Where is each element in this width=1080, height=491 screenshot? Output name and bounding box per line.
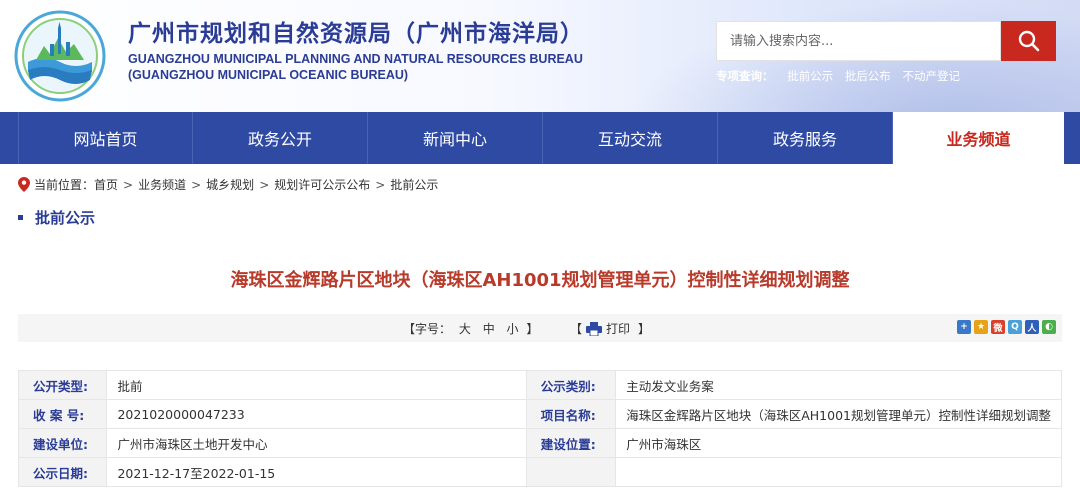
breadcrumb-urban-planning[interactable]: 城乡规划 (206, 176, 254, 193)
table-row: 公开类型: 批前 公示类别: 主动发文业务案 (17, 370, 1062, 400)
breadcrumb-separator: > (191, 177, 202, 192)
nav-item-business-channel[interactable]: 业务频道 (893, 112, 1064, 164)
breadcrumb-separator: > (259, 177, 270, 192)
search-button[interactable] (1001, 21, 1056, 61)
section-heading: 批前公示 (18, 207, 95, 228)
label-notice-date: 公示日期: (17, 457, 108, 487)
nav-item-home[interactable]: 网站首页 (18, 112, 193, 164)
label-empty (525, 457, 617, 487)
article-toolbar: 【字号： 大 中 小 】 【 打印 】 + ★ 微 Q 人 ◐ (18, 314, 1062, 342)
font-size-medium[interactable]: 中 (483, 322, 495, 336)
print-label: 打印 (606, 322, 631, 336)
font-size-selector: 【字号： 大 中 小 】 (403, 320, 538, 337)
section-title: 批前公示 (35, 209, 96, 227)
announcement-info-table: 公开类型: 批前 公示类别: 主动发文业务案 收 案 号: 2021020000… (17, 370, 1062, 487)
label-public-type: 公开类型: (17, 370, 108, 400)
value-public-type: 批前 (106, 370, 527, 400)
heading-bullet (18, 215, 23, 220)
print-button[interactable]: 【 打印 】 (570, 320, 650, 337)
nav-item-services[interactable]: 政务服务 (718, 112, 893, 164)
breadcrumb-pre-approval[interactable]: 批前公示 (390, 176, 438, 193)
share-renren-icon[interactable]: 人 (1025, 320, 1039, 334)
topic-link-pre-approval[interactable]: 批前公示 (787, 69, 833, 83)
font-size-small[interactable]: 小 (507, 322, 519, 336)
share-weibo-icon[interactable]: 微 (991, 320, 1005, 334)
search-icon (1018, 30, 1039, 52)
breadcrumb-prefix: 当前位置： (34, 178, 95, 192)
document-title: 海珠区金辉路片区地块（海珠区AH1001规划管理单元）控制性详细规划调整 (230, 270, 850, 291)
label-case-number: 收 案 号: (17, 399, 108, 429)
breadcrumb: 当前位置： 首页 > 业务频道 > 城乡规划 > 规划许可公示公布 > 批前公示 (18, 176, 438, 193)
breadcrumb-home[interactable]: 首页 (94, 176, 118, 193)
table-row: 建设单位: 广州市海珠区土地开发中心 建设位置: 广州市海珠区 (17, 428, 1062, 458)
main-nav: 网站首页 政务公开 新闻中心 互动交流 政务服务 业务频道 (0, 112, 1080, 164)
nav-item-government-affairs[interactable]: 政务公开 (193, 112, 368, 164)
share-qzone-icon[interactable]: ★ (974, 320, 988, 334)
print-bracket-open: 【 (570, 322, 583, 336)
label-construction-unit: 建设单位: (17, 428, 108, 458)
value-project-name: 海珠区金辉路片区地块（海珠区AH1001规划管理单元）控制性详细规划调整 (615, 399, 1062, 429)
value-construction-location: 广州市海珠区 (615, 428, 1062, 458)
search-box (716, 21, 1001, 61)
topic-links: 专项查询： 批前公示 批后公布 不动产登记 (716, 68, 968, 84)
breadcrumb-planning-permit[interactable]: 规划许可公示公布 (274, 176, 370, 193)
value-empty (615, 457, 1062, 487)
location-pin-icon (18, 177, 30, 192)
breadcrumb-separator: > (375, 177, 386, 192)
topic-link-property-registration[interactable]: 不动产登记 (902, 69, 960, 83)
breadcrumb-business-channel[interactable]: 业务频道 (138, 176, 186, 193)
topic-link-post-approval[interactable]: 批后公布 (845, 69, 891, 83)
font-size-large[interactable]: 大 (459, 322, 471, 336)
site-title-en: GUANGZHOU MUNICIPAL PLANNING AND NATURAL… (128, 52, 583, 66)
share-wechat-icon[interactable]: ◐ (1042, 320, 1056, 334)
site-header: 广州市规划和自然资源局（广州市海洋局） GUANGZHOU MUNICIPAL … (0, 0, 1080, 112)
label-construction-location: 建设位置: (525, 428, 617, 458)
topic-label: 专项查询： (716, 69, 774, 83)
share-tencent-icon[interactable]: Q (1008, 320, 1022, 334)
table-row: 公示日期: 2021-12-17至2022-01-15 (17, 457, 1062, 487)
printer-icon (586, 321, 603, 336)
value-notice-category: 主动发文业务案 (615, 370, 1062, 400)
label-project-name: 项目名称: (525, 399, 617, 429)
table-row: 收 案 号: 2021020000047233 项目名称: 海珠区金辉路片区地块… (17, 399, 1062, 429)
site-subtitle-en: (GUANGZHOU MUNICIPAL OCEANIC BUREAU) (128, 68, 409, 82)
nav-item-interaction[interactable]: 互动交流 (543, 112, 718, 164)
font-size-label: 【字号： (403, 322, 452, 336)
nav-item-news[interactable]: 新闻中心 (368, 112, 543, 164)
bureau-logo[interactable] (14, 10, 106, 102)
font-size-close: 】 (526, 322, 539, 336)
value-case-number: 2021020000047233 (106, 399, 527, 429)
share-icons: + ★ 微 Q 人 ◐ (957, 320, 1056, 334)
print-bracket-close: 】 (638, 322, 651, 336)
label-notice-category: 公示类别: (525, 370, 617, 400)
value-notice-date: 2021-12-17至2022-01-15 (106, 457, 527, 487)
value-construction-unit: 广州市海珠区土地开发中心 (106, 428, 527, 458)
site-title: 广州市规划和自然资源局（广州市海洋局） (128, 21, 584, 47)
breadcrumb-separator: > (123, 177, 134, 192)
share-add-icon[interactable]: + (957, 320, 971, 334)
search-input[interactable] (717, 22, 1000, 60)
